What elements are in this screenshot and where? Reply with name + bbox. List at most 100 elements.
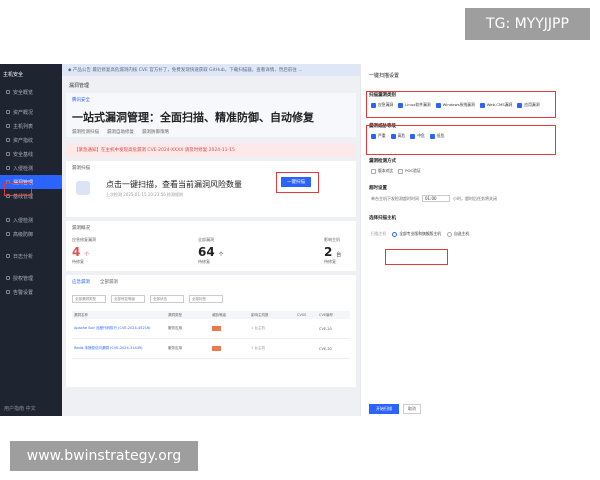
host-icon: [6, 124, 10, 128]
stat-urgent[interactable]: 应急修复漏洞 4 个 待修复: [72, 237, 96, 265]
sidebar-brand: 主机安全: [3, 72, 24, 78]
stat-sub: 待修复: [72, 259, 84, 264]
sidebar-item-logs[interactable]: 日志分析: [0, 249, 62, 263]
table-row[interactable]: Apache Solr 远程代码执行 (CVE-2024-45216) 服务应用…: [72, 319, 350, 339]
hero-tabs: 漏洞检测扫描 漏洞自助修复 漏洞防御策略: [72, 129, 350, 135]
sidebar-item-advanced[interactable]: 高级防御: [0, 227, 62, 241]
sidebar-item-intrusion-2[interactable]: 入侵检测: [0, 213, 62, 227]
scan-icon: [76, 181, 90, 195]
filter-row: 全部漏洞类型 全部修复等级 全部状态 全部标签: [72, 295, 350, 303]
highlight-box-levels: [366, 125, 556, 155]
method-title: 漏洞检测方式: [369, 159, 396, 164]
key-icon: [6, 276, 10, 280]
stat-value: 64 个: [198, 245, 224, 259]
shield-icon: [6, 166, 10, 170]
filter-tag[interactable]: 全部标签: [189, 295, 223, 303]
sidebar-item-baseline[interactable]: 安全基线: [0, 147, 62, 161]
stat-label: 影响主机: [324, 237, 340, 242]
stat-label: 全部漏洞: [198, 237, 214, 242]
tab-urgent[interactable]: 应急漏洞: [72, 279, 90, 285]
cancel-button[interactable]: 取消: [403, 404, 421, 414]
stat-value: 4 个: [72, 245, 90, 259]
stat-sub: 待修复: [324, 259, 336, 264]
checkbox-empty-icon: [371, 168, 376, 174]
hero-title: 一站式漏洞管理：全面扫描、精准防御、自动修复: [72, 111, 314, 124]
sidebar-item-alerts[interactable]: 告警设置: [0, 285, 62, 299]
sidebar-item-assets[interactable]: 资产概况: [0, 105, 62, 119]
checkbox-poc[interactable]: POC验证: [398, 168, 421, 174]
sidebar-item-label: 告警设置: [13, 289, 34, 296]
stat-label: 应急修复漏洞: [72, 237, 96, 242]
vuln-name[interactable]: Apache Solr 远程代码执行 (CVE-2024-45216): [72, 326, 168, 331]
checkbox-label: POC验证: [405, 168, 421, 173]
notice-bar: ◆ 产品公告 最近修复高危漏洞内核 CVE 官方补丁，免费发现快速获取 GitH…: [62, 64, 360, 76]
vuln-name[interactable]: Redis 未授权访问漏洞 (CVE-2024-31449): [72, 346, 168, 351]
scan-meta: 上次检测 2025-01-15 10:23:56 检测规则: [106, 192, 184, 197]
alert-banner: 【紧急通知】在主机中发现高危漏洞 CVE-2024-XXXX 请及时修复 202…: [66, 143, 356, 157]
sidebar-item-hosts[interactable]: 主机列表: [0, 119, 62, 133]
sidebar-item-label: 资产概况: [13, 109, 34, 116]
sidebar-item-intrusion[interactable]: 入侵检测: [0, 161, 62, 175]
scan-card: 漏洞扫描 点击一键扫描，查看当前漏洞风险数量 上次检测 2025-01-15 1…: [66, 161, 356, 217]
sidebar-item-label: 高级防御: [13, 231, 34, 238]
hero-brand: 腾讯安全: [72, 98, 90, 103]
column-header: CVSS: [297, 313, 307, 317]
stat-hosts[interactable]: 影响主机 2 台 待修复: [324, 237, 341, 265]
radio-empty-icon: [446, 231, 452, 237]
sidebar: 主机安全 安全概览 资产概况 主机列表 资产指纹 安全基线 入侵检测 漏洞管理 …: [0, 64, 62, 416]
filter-type[interactable]: 全部漏洞类型: [72, 295, 106, 303]
timeout-title: 超时设置: [369, 186, 387, 191]
column-header: CVE编号: [319, 312, 334, 317]
highlight-box-types: [366, 91, 556, 118]
host-title: 选择扫描主机: [369, 216, 396, 221]
radio-custom-hosts[interactable]: 自选主机: [446, 231, 469, 237]
baseline-icon: [6, 152, 10, 156]
panel-title: 一键扫描设置: [369, 73, 400, 79]
checkbox-empty-icon: [398, 168, 404, 174]
sidebar-footer[interactable]: 用户指南 中文: [0, 405, 36, 412]
timeout-input[interactable]: 01:00: [422, 195, 450, 202]
sidebar-item-label: 安全基线: [13, 151, 34, 158]
overview-label: 漏洞概况: [72, 226, 90, 231]
filter-status[interactable]: 全部状态: [150, 295, 184, 303]
overview-icon: [6, 90, 10, 94]
stat-sub: 待修复: [198, 259, 210, 264]
column-header: 影响主机数: [251, 312, 269, 317]
sidebar-item-label: 资产指纹: [13, 137, 34, 144]
host-options: 扫描主机 全部专业版和旗舰版主机 自选主机: [371, 231, 590, 237]
overview-card: 漏洞概况 应急修复漏洞 4 个 待修复 全部漏洞 64 个 待修复 影响主机 2…: [66, 221, 356, 271]
scan-label: 漏洞扫描: [72, 166, 90, 171]
sidebar-item-label: 日志分析: [13, 253, 34, 260]
highlight-box-hosts: [385, 249, 448, 265]
radio-selected-icon: [392, 231, 398, 237]
checkbox-version[interactable]: 版本对比: [371, 168, 393, 174]
hero-tab[interactable]: 漏洞检测扫描: [72, 129, 99, 135]
sidebar-item-fingerprint[interactable]: 资产指纹: [0, 133, 62, 147]
sidebar-item-label: 安全概览: [13, 89, 34, 96]
alert-icon: [6, 218, 10, 222]
main-content: ◆ 产品公告 最近修复高危漏洞内核 CVE 官方补丁，免费发现快速获取 GitH…: [62, 64, 360, 416]
tab-all[interactable]: 全部漏洞: [100, 279, 118, 285]
screenshot-area: 主机安全 安全概览 资产概况 主机列表 资产指纹 安全基线 入侵检测 漏洞管理 …: [0, 64, 600, 416]
timeout-row: 单台主机下发检测超时时间 01:00 小时，超时后任务将关闭: [371, 195, 590, 202]
vuln-cve: CVE-20: [319, 346, 332, 351]
alert-text: 【紧急通知】在主机中发现高危漏洞 CVE-2024-XXXX 请及时修复 202…: [74, 148, 235, 153]
radio-all-hosts[interactable]: 全部专业版和旗舰版主机: [392, 231, 441, 237]
bell-icon: [6, 290, 10, 294]
checkbox-label: 版本对比: [378, 168, 394, 173]
page-title: 漏洞管理: [69, 83, 90, 89]
table-row[interactable]: Redis 未授权访问漏洞 (CVE-2024-31449) 服务应用 1 台主…: [72, 339, 350, 359]
column-header: 威胁等级: [212, 312, 226, 317]
sidebar-item-label: 入侵检测: [13, 165, 34, 172]
filter-level[interactable]: 全部修复等级: [111, 295, 145, 303]
hero-tab[interactable]: 漏洞自助修复: [107, 129, 134, 135]
timeout-suffix: 小时，超时后任务将关闭: [453, 195, 497, 201]
sidebar-item-overview[interactable]: 安全概览: [0, 85, 62, 99]
sidebar-item-license[interactable]: 授权管理: [0, 271, 62, 285]
severity-badge: [212, 326, 221, 331]
vuln-type: 服务应用: [168, 346, 182, 350]
hero-tab[interactable]: 漏洞防御策略: [142, 129, 169, 135]
stat-all[interactable]: 全部漏洞 64 个 待修复: [198, 237, 224, 265]
start-scan-button[interactable]: 开始扫描: [369, 404, 399, 414]
scan-settings-panel: 一键扫描设置 扫描漏洞类别 应急漏洞 Linux软件漏洞 Windows系统漏洞…: [360, 64, 600, 416]
